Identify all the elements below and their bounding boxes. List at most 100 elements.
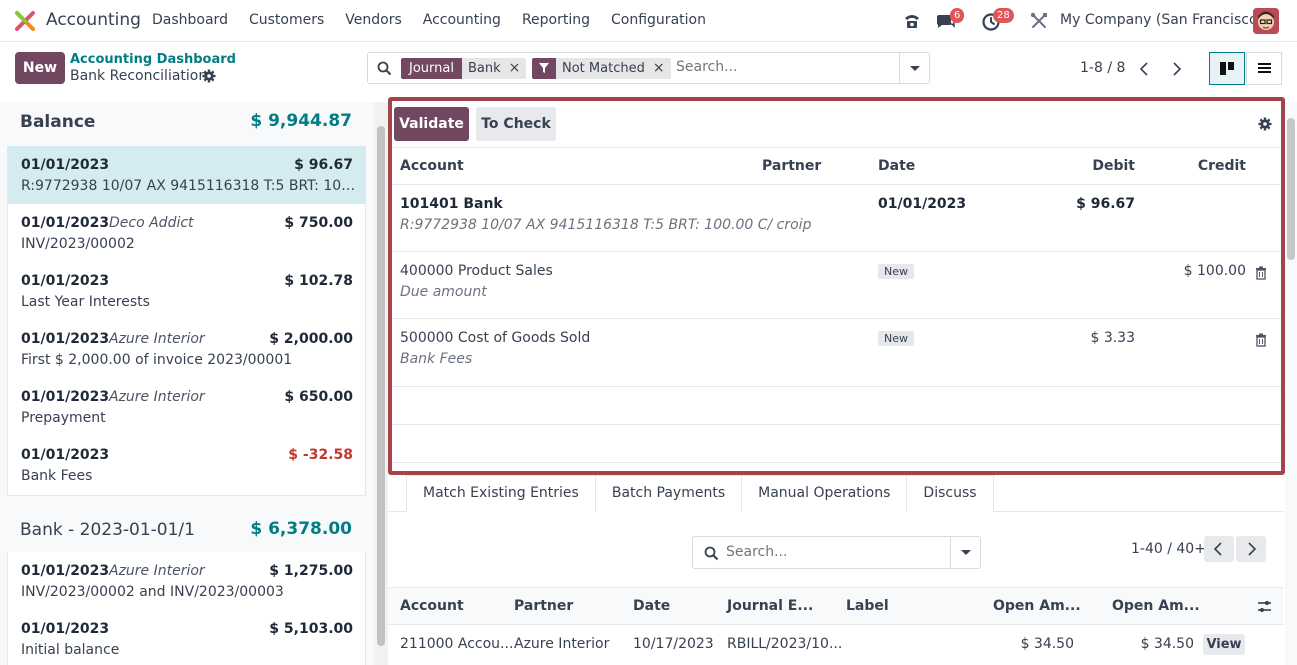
statement-line[interactable]: 01/01/2023 $ 102.78 Last Year Interests [7,262,366,320]
accounting-app-icon[interactable] [14,10,36,32]
statement-amount: $ 9,944.87 [250,111,352,131]
row-open-amount-currency: $ 34.50 [1140,636,1194,652]
line-label: INV/2023/00002 [21,236,135,252]
right-scroll-thumb[interactable] [1287,118,1295,260]
statement-lines-panel: Balance $ 9,944.87 01/01/2023 $ 96.67 R:… [0,102,374,665]
match-pager-next-button[interactable] [1236,536,1266,562]
kanban-view-button[interactable] [1209,52,1245,85]
line-label: First $ 2,000.00 of invoice 2023/00001 [21,352,293,368]
col-label[interactable]: Label [846,598,889,614]
statement-line[interactable]: 01/01/2023 Azure Interior $ 1,275.00 INV… [7,552,366,610]
match-list-row[interactable]: 211000 Accou... Azure Interior 10/17/202… [388,626,1283,664]
statement-line[interactable]: 01/01/2023 Azure Interior $ 2,000.00 Fir… [7,320,366,378]
menu-configuration[interactable]: Configuration [611,12,706,28]
facet-not-matched-value: Not Matched [556,58,651,79]
statement-title: Balance [20,112,96,132]
search-bar: Journal Bank × Not Matched × [367,52,930,84]
right-scrollbar[interactable] [1285,102,1297,665]
top-navbar: Accounting Dashboard Customers Vendors A… [0,0,1297,42]
row-account: 211000 Accou... [400,636,514,652]
line-date: 01/01/2023 [21,389,110,405]
pager-previous-button[interactable] [1131,55,1157,83]
facet-journal: Journal Bank × [401,58,527,79]
search-icon [704,546,719,561]
tab-match-existing-entries[interactable]: Match Existing Entries [406,475,596,512]
line-partner: Azure Interior [109,563,205,579]
facet-journal-remove-icon[interactable]: × [506,58,527,79]
menu-dashboard[interactable]: Dashboard [152,12,228,28]
phone-icon[interactable] [901,10,923,32]
col-account[interactable]: Account [400,598,464,614]
gear-icon[interactable] [202,69,216,83]
statement-line[interactable]: 01/01/2023 Azure Interior $ 650.00 Prepa… [7,378,366,436]
line-label: Last Year Interests [21,294,150,310]
statement-header-balance: Balance $ 9,944.87 [0,102,366,146]
menu-reporting[interactable]: Reporting [522,12,590,28]
statement-header-bank: Bank - 2023-01-01/1 $ 6,378.00 [0,510,366,554]
line-amount: $ 1,275.00 [269,563,353,579]
left-scrollbar[interactable] [374,102,388,665]
facet-not-matched: Not Matched × [532,58,671,79]
match-search-input[interactable] [726,544,926,560]
search-options-toggle[interactable] [899,53,929,83]
line-amount: $ 96.67 [294,157,353,173]
list-icon [1258,63,1271,73]
facet-journal-key: Journal [401,58,462,79]
line-date: 01/01/2023 [21,273,110,289]
match-pager-value[interactable]: 1-40 / 40+ [1131,541,1206,557]
line-date: 01/01/2023 [21,447,110,463]
col-partner[interactable]: Partner [514,598,573,614]
list-view-button[interactable] [1246,52,1282,85]
line-date: 01/01/2023 [21,215,110,231]
line-label: Prepayment [21,410,106,426]
tab-discuss[interactable]: Discuss [907,475,994,512]
view-button[interactable]: View [1203,634,1245,655]
caret-down-icon [961,550,971,555]
menu-vendors[interactable]: Vendors [345,12,401,28]
statement-line[interactable]: 01/01/2023 $ 5,103.00 Initial balance [7,610,366,665]
highlight-frame [388,97,1285,475]
menu-customers[interactable]: Customers [249,12,324,28]
line-amount: $ 750.00 [284,215,353,231]
match-search-toggle[interactable] [950,537,980,568]
left-scroll-thumb[interactable] [377,126,385,646]
col-open-amount[interactable]: Open Am... [993,598,1081,614]
line-label: Bank Fees [21,468,93,484]
company-switcher[interactable]: My Company (San Francisco) [1060,12,1263,28]
tab-manual-operations[interactable]: Manual Operations [742,475,908,512]
chevron-left-icon [1213,542,1222,556]
pager-value[interactable]: 1-8 / 8 [1080,60,1125,76]
line-amount: $ 2,000.00 [269,331,353,347]
col-journal-entry[interactable]: Journal E... [727,598,813,614]
line-amount: $ 102.78 [284,273,353,289]
match-pager-previous-button[interactable] [1204,536,1234,562]
statement-line[interactable]: 01/01/2023 Deco Addict $ 750.00 INV/2023… [7,204,366,262]
line-label: R:9772938 10/07 AX 9415116318 T:5 BRT: 1… [21,178,356,194]
line-amount: $ -32.58 [288,447,353,463]
col-open-amount-currency[interactable]: Open Am... [1112,598,1200,614]
new-button[interactable]: New [15,52,65,84]
statement-line[interactable]: 01/01/2023 $ 96.67 R:9772938 10/07 AX 94… [7,146,366,204]
user-avatar[interactable] [1253,8,1279,34]
facet-not-matched-remove-icon[interactable]: × [650,58,671,79]
col-date[interactable]: Date [633,598,670,614]
line-date: 01/01/2023 [21,331,110,347]
column-settings-icon[interactable] [1257,599,1272,614]
tools-icon[interactable] [1028,10,1050,32]
app-name[interactable]: Accounting [46,10,141,30]
search-icon [377,61,392,76]
line-date: 01/01/2023 [21,157,110,173]
statement-title: Bank - 2023-01-01/1 [20,520,195,540]
menu-accounting[interactable]: Accounting [423,12,501,28]
line-amount: $ 5,103.00 [269,621,353,637]
chevron-right-icon [1173,62,1182,76]
row-open-amount: $ 34.50 [1020,636,1074,652]
main-menu: Dashboard Customers Vendors Accounting R… [152,12,727,28]
tab-batch-payments[interactable]: Batch Payments [595,475,743,512]
pager-next-button[interactable] [1164,55,1190,83]
search-input[interactable] [676,59,896,75]
line-partner: Deco Addict [109,215,194,231]
statement-line[interactable]: 01/01/2023 $ -32.58 Bank Fees [7,436,366,496]
line-label: INV/2023/00002 and INV/2023/00003 [21,584,284,600]
breadcrumb-accounting-dashboard[interactable]: Accounting Dashboard [70,52,236,67]
